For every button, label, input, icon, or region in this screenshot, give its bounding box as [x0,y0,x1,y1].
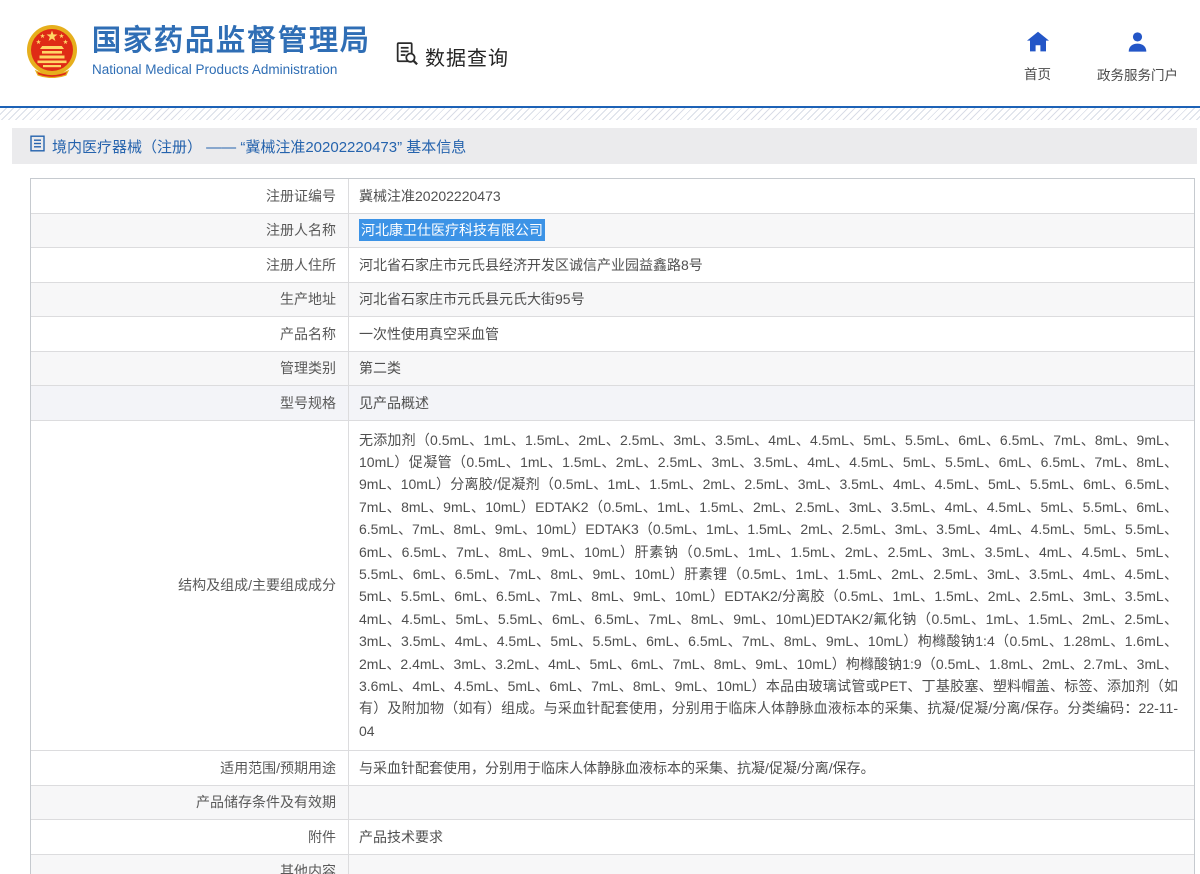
row-label: 管理类别 [31,352,349,386]
row-other-content: 其他内容 [31,854,1194,874]
home-icon [1026,31,1050,57]
row-attachment: 附件 产品技术要求 [31,819,1194,854]
document-icon [30,135,45,157]
row-label: 产品名称 [31,317,349,351]
row-label: 结构及组成/主要组成成分 [31,421,349,751]
user-icon [1126,31,1149,58]
row-model-specification: 型号规格 见产品概述 [31,385,1194,420]
brand-titles: 国家药品监督管理局 National Medical Products Admi… [92,25,371,76]
row-value: 河北省石家庄市元氏县元氏大街95号 [349,283,1194,317]
breadcrumb-text[interactable]: 境内医疗器械（注册） —— “冀械注准20202220473” 基本信息 [52,136,466,157]
row-registrant-address: 注册人住所 河北省石家庄市元氏县经济开发区诚信产业园益鑫路8号 [31,247,1194,282]
row-label: 注册证编号 [31,179,349,213]
row-registration-number: 注册证编号 冀械注准20202220473 [31,179,1194,213]
row-label: 其他内容 [31,855,349,874]
site-header: 国家药品监督管理局 National Medical Products Admi… [0,0,1200,106]
row-value: 产品技术要求 [349,820,1194,854]
data-query-label: 数据查询 [425,42,509,71]
row-value [349,855,1194,874]
row-label: 注册人住所 [31,248,349,282]
data-query-section[interactable]: 数据查询 [393,40,509,72]
row-structure-composition: 结构及组成/主要组成成分 无添加剂（0.5mL、1mL、1.5mL、2mL、2.… [31,420,1194,751]
diagonal-stripe-band [0,108,1200,120]
row-storage-conditions: 产品储存条件及有效期 [31,785,1194,820]
row-label: 附件 [31,820,349,854]
row-intended-use: 适用范围/预期用途 与采血针配套使用，分别用于临床人体静脉血液标本的采集、抗凝/… [31,750,1194,785]
document-search-icon [393,40,420,72]
row-value: 一次性使用真空采血管 [349,317,1194,351]
row-label: 注册人名称 [31,214,349,248]
nav-home-label: 首页 [1024,63,1051,83]
national-emblem-icon [26,24,78,78]
registration-info-table: 注册证编号 冀械注准20202220473 注册人名称 河北康卫仕医疗科技有限公… [30,178,1195,874]
row-label: 适用范围/预期用途 [31,751,349,785]
brand-title-zh: 国家药品监督管理局 [92,25,371,58]
attachment-link[interactable]: 产品技术要求 [359,827,443,847]
row-value: 第二类 [349,352,1194,386]
row-value: 河北省石家庄市元氏县经济开发区诚信产业园益鑫路8号 [349,248,1194,282]
row-management-category: 管理类别 第二类 [31,351,1194,386]
row-label: 生产地址 [31,283,349,317]
top-navigation: 首页 政务服务门户 [1024,31,1178,84]
row-value: 河北康卫仕医疗科技有限公司 [349,214,1194,248]
breadcrumb: 境内医疗器械（注册） —— “冀械注准20202220473” 基本信息 [12,128,1197,164]
row-registrant-name: 注册人名称 河北康卫仕医疗科技有限公司 [31,213,1194,248]
nav-home[interactable]: 首页 [1024,31,1051,84]
nav-gov-service-portal-label: 政务服务门户 [1097,64,1178,84]
row-product-name: 产品名称 一次性使用真空采血管 [31,316,1194,351]
row-value: 见产品概述 [349,386,1194,420]
row-value [349,786,1194,820]
site-brand[interactable]: 国家药品监督管理局 National Medical Products Admi… [26,24,371,78]
selected-company-name: 河北康卫仕医疗科技有限公司 [359,219,545,241]
row-label: 产品储存条件及有效期 [31,786,349,820]
nav-gov-service-portal[interactable]: 政务服务门户 [1097,31,1178,84]
brand-title-en: National Medical Products Administration [92,62,371,77]
row-production-address: 生产地址 河北省石家庄市元氏县元氏大街95号 [31,282,1194,317]
row-value: 冀械注准20202220473 [349,179,1194,213]
row-value: 与采血针配套使用，分别用于临床人体静脉血液标本的采集、抗凝/促凝/分离/保存。 [349,751,1194,785]
row-label: 型号规格 [31,386,349,420]
row-value: 无添加剂（0.5mL、1mL、1.5mL、2mL、2.5mL、3mL、3.5mL… [349,421,1194,751]
